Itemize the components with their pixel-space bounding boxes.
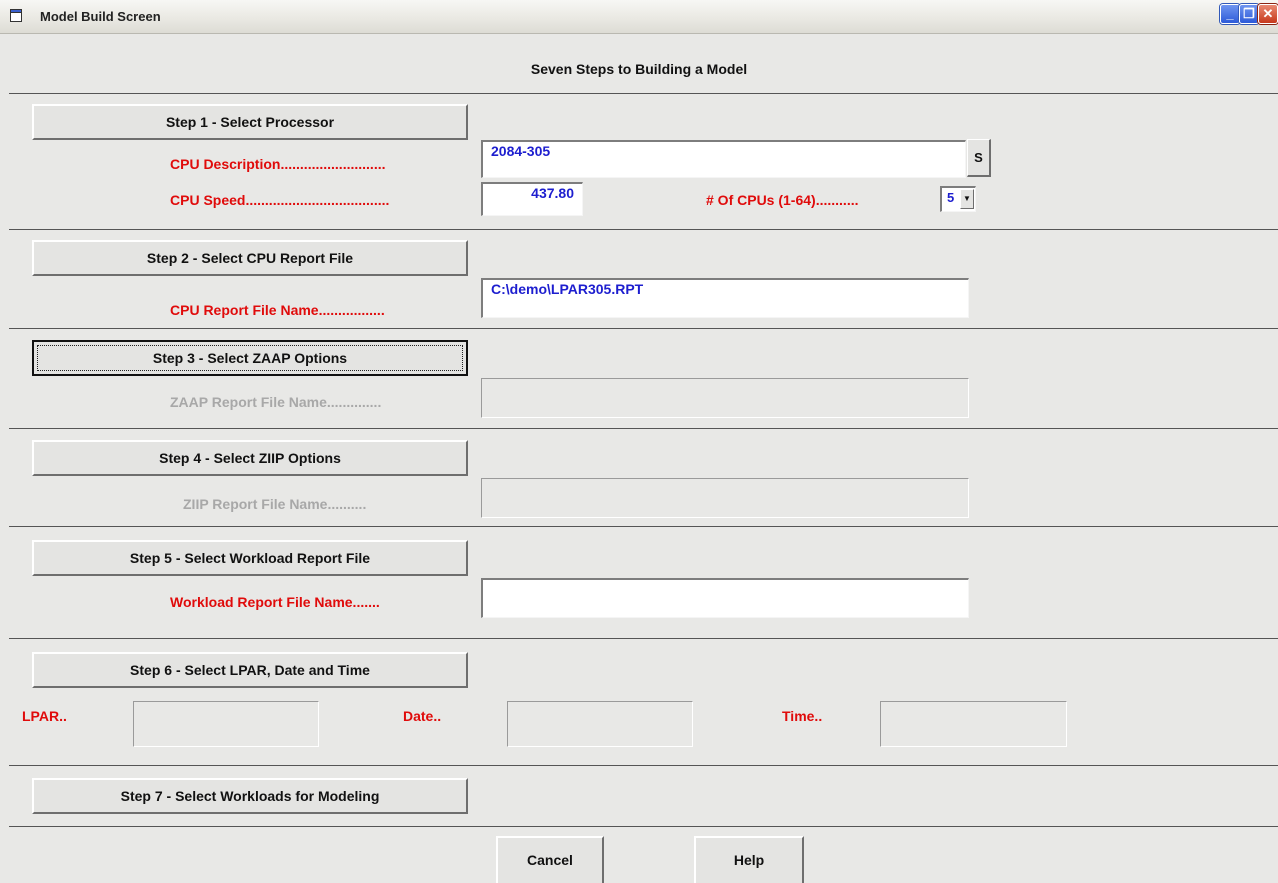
chevron-down-icon[interactable]: ▼ xyxy=(960,189,974,209)
window-title: Model Build Screen xyxy=(40,9,161,24)
cpu-report-file-field[interactable]: C:\demo\LPAR305.RPT xyxy=(481,278,969,318)
step7-select-workloads-button[interactable]: Step 7 - Select Workloads for Modeling xyxy=(32,778,468,814)
step2-select-cpu-report-button[interactable]: Step 2 - Select CPU Report File xyxy=(32,240,468,276)
cpu-report-file-label: CPU Report File Name................. xyxy=(170,302,385,318)
cpu-description-field[interactable]: 2084-305 xyxy=(481,140,966,178)
separator xyxy=(9,328,1278,329)
workload-report-file-field[interactable] xyxy=(481,578,969,618)
step5-select-workload-report-button[interactable]: Step 5 - Select Workload Report File xyxy=(32,540,468,576)
workload-report-file-label: Workload Report File Name....... xyxy=(170,594,380,610)
step1-select-processor-button[interactable]: Step 1 - Select Processor xyxy=(32,104,468,140)
cpu-speed-field[interactable]: 437.80 xyxy=(481,182,583,216)
help-button[interactable]: Help xyxy=(694,836,804,883)
s-button[interactable]: S xyxy=(967,139,991,177)
zaap-report-file-field[interactable] xyxy=(481,378,969,418)
time-label: Time.. xyxy=(782,708,823,724)
restore-button[interactable]: ❐ xyxy=(1239,4,1259,24)
separator xyxy=(9,826,1278,827)
cancel-button[interactable]: Cancel xyxy=(496,836,604,883)
separator xyxy=(9,526,1278,527)
zaap-report-file-label: ZAAP Report File Name.............. xyxy=(170,394,382,410)
num-cpus-value: 5 xyxy=(947,190,955,205)
separator xyxy=(9,229,1278,230)
step6-select-lpar-date-time-button[interactable]: Step 6 - Select LPAR, Date and Time xyxy=(32,652,468,688)
title-bar: Model Build Screen _ ❐ ✕ xyxy=(0,0,1278,34)
page-heading: Seven Steps to Building a Model xyxy=(530,61,748,77)
close-button[interactable]: ✕ xyxy=(1258,4,1278,24)
step4-select-ziip-button[interactable]: Step 4 - Select ZIIP Options xyxy=(32,440,468,476)
separator xyxy=(9,765,1278,766)
ziip-report-file-label: ZIIP Report File Name.......... xyxy=(183,496,367,512)
ziip-report-file-field[interactable] xyxy=(481,478,969,518)
lpar-label: LPAR.. xyxy=(22,708,67,724)
window-app-icon xyxy=(10,9,22,22)
separator xyxy=(9,428,1278,429)
cpu-speed-label: CPU Speed...............................… xyxy=(170,192,390,208)
minimize-button[interactable]: _ xyxy=(1220,4,1240,24)
date-field[interactable] xyxy=(507,701,693,747)
date-label: Date.. xyxy=(403,708,442,724)
num-cpus-dropdown[interactable]: 5 ▼ xyxy=(940,186,976,212)
step3-select-zaap-button[interactable]: Step 3 - Select ZAAP Options xyxy=(32,340,468,376)
separator xyxy=(9,638,1278,639)
lpar-field[interactable] xyxy=(133,701,319,747)
separator xyxy=(9,93,1278,94)
num-cpus-label: # Of CPUs (1-64)........... xyxy=(706,192,859,208)
cpu-description-label: CPU Description.........................… xyxy=(170,156,386,172)
time-field[interactable] xyxy=(880,701,1067,747)
